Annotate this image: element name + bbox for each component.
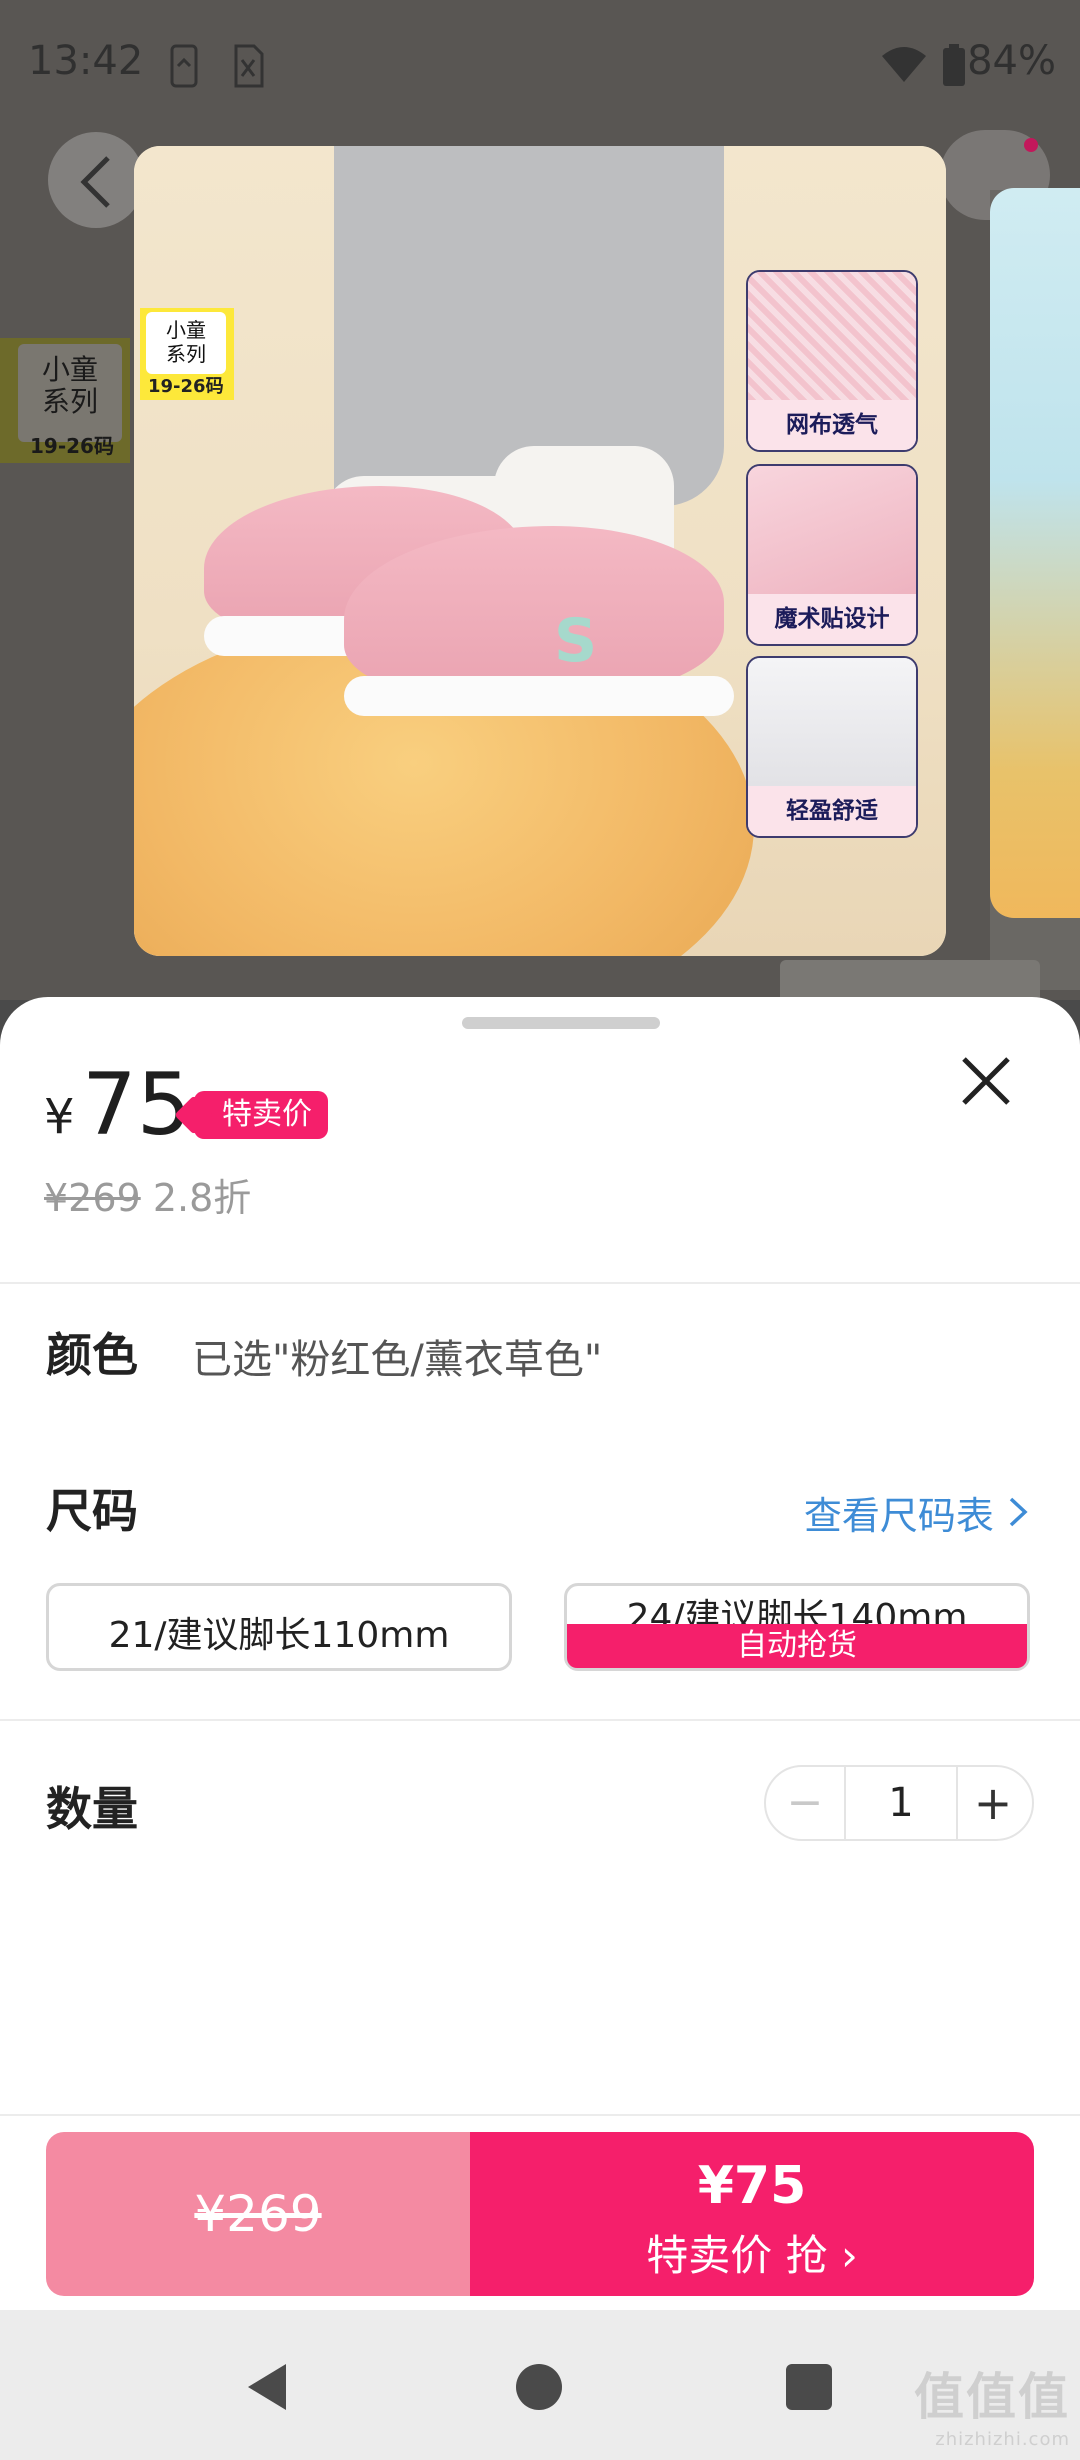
- buy-now-button[interactable]: ¥75 特卖价 抢 ›: [470, 2132, 1034, 2296]
- auto-grab-badge: 自动抢货: [567, 1624, 1027, 1668]
- bottom-action-bar: ¥269 ¥75 特卖价 抢 ›: [0, 2114, 1080, 2312]
- watermark: 值值值 zhizhizhi.com: [914, 2357, 1070, 2450]
- feature-velcro-label: 魔术贴设计: [748, 594, 916, 644]
- sale-price-tag: 特卖价: [194, 1091, 328, 1139]
- quantity-plus-button[interactable]: +: [954, 1767, 1032, 1839]
- original-price-row: ¥269 2.8折: [44, 1167, 251, 1222]
- feature-light: 轻盈舒适: [746, 656, 918, 838]
- original-price-button[interactable]: ¥269: [46, 2132, 470, 2296]
- nav-back-icon[interactable]: [244, 2362, 288, 2416]
- sheet-drag-handle[interactable]: [462, 1017, 660, 1029]
- size-chart-link-text: 查看尺码表: [803, 1494, 994, 1538]
- wifi-icon: [880, 44, 928, 88]
- quantity-label: 数量: [46, 1782, 138, 1836]
- size-option-21[interactable]: 21/建议脚长110mm: [46, 1583, 512, 1671]
- background-series-badge: 小童 系列 19-26码: [0, 338, 130, 463]
- close-button[interactable]: [950, 1045, 1022, 1117]
- watermark-text: 值值值: [914, 2368, 1070, 2426]
- close-icon: [962, 1057, 1010, 1105]
- feature-light-image: [748, 658, 916, 786]
- battery-icon: [942, 44, 966, 90]
- price-currency: ¥: [44, 1089, 75, 1145]
- phone-sync-icon: [168, 44, 202, 92]
- buy-price: ¥75: [697, 2156, 807, 2216]
- background-series-size: 19-26码: [30, 434, 114, 458]
- status-time: 13:42: [28, 38, 144, 84]
- color-label: 颜色: [46, 1328, 138, 1382]
- nav-home-icon[interactable]: [516, 2364, 562, 2410]
- feature-mesh: 网布透气: [746, 270, 918, 452]
- size-option-24[interactable]: 24/建议脚长140mm 自动抢货: [564, 1583, 1030, 1671]
- next-preview-image[interactable]: [990, 188, 1080, 918]
- nav-recents-icon[interactable]: [786, 2364, 832, 2410]
- original-price: ¥269: [44, 1176, 141, 1220]
- discount-text: 2.8折: [152, 1176, 252, 1220]
- chevron-right-icon: [1009, 1497, 1028, 1527]
- series-tag: 小童 系列 19-26码: [140, 308, 234, 400]
- feature-mesh-label: 网布透气: [748, 400, 916, 450]
- shoe-logo-icon: S: [554, 606, 598, 676]
- background-notification-dot: [1024, 138, 1038, 152]
- quantity-minus-button[interactable]: −: [766, 1767, 844, 1839]
- divider: [0, 1282, 1080, 1284]
- size-chart-link[interactable]: 查看尺码表: [804, 1485, 1030, 1540]
- battery-percent: 84%: [967, 38, 1056, 84]
- background-back-button: [48, 132, 144, 228]
- quantity-input[interactable]: 1: [844, 1767, 958, 1839]
- series-tag-size: 19-26码: [148, 376, 224, 397]
- product-preview-image[interactable]: S 小童 系列 19-26码 网布透气 魔术贴设计 轻盈舒适: [134, 146, 946, 956]
- divider: [0, 1719, 1080, 1721]
- feature-velcro: 魔术贴设计: [746, 464, 918, 646]
- background-series-text: 小童 系列: [18, 344, 122, 442]
- feature-mesh-image: [748, 272, 916, 400]
- price-value: 75: [82, 1055, 192, 1155]
- size-label: 尺码: [46, 1484, 138, 1538]
- color-selected: 已选"粉红色/薰衣草色": [192, 1337, 603, 1383]
- original-price-button-text: ¥269: [194, 2185, 322, 2243]
- size-option-label: 21/建议脚长110mm: [108, 1615, 450, 1656]
- navigation-bar: 值值值 zhizhizhi.com: [0, 2310, 1080, 2460]
- series-tag-text: 小童 系列: [146, 312, 226, 374]
- quantity-stepper: − 1 +: [764, 1765, 1034, 1841]
- feature-light-label: 轻盈舒适: [748, 786, 916, 836]
- buy-label: 特卖价 抢 ›: [646, 2231, 858, 2280]
- status-bar: 13:42 84%: [0, 0, 1080, 130]
- sim-off-icon: [232, 44, 264, 92]
- feature-velcro-image: [748, 466, 916, 594]
- watermark-url: zhizhizhi.com: [935, 2429, 1070, 2450]
